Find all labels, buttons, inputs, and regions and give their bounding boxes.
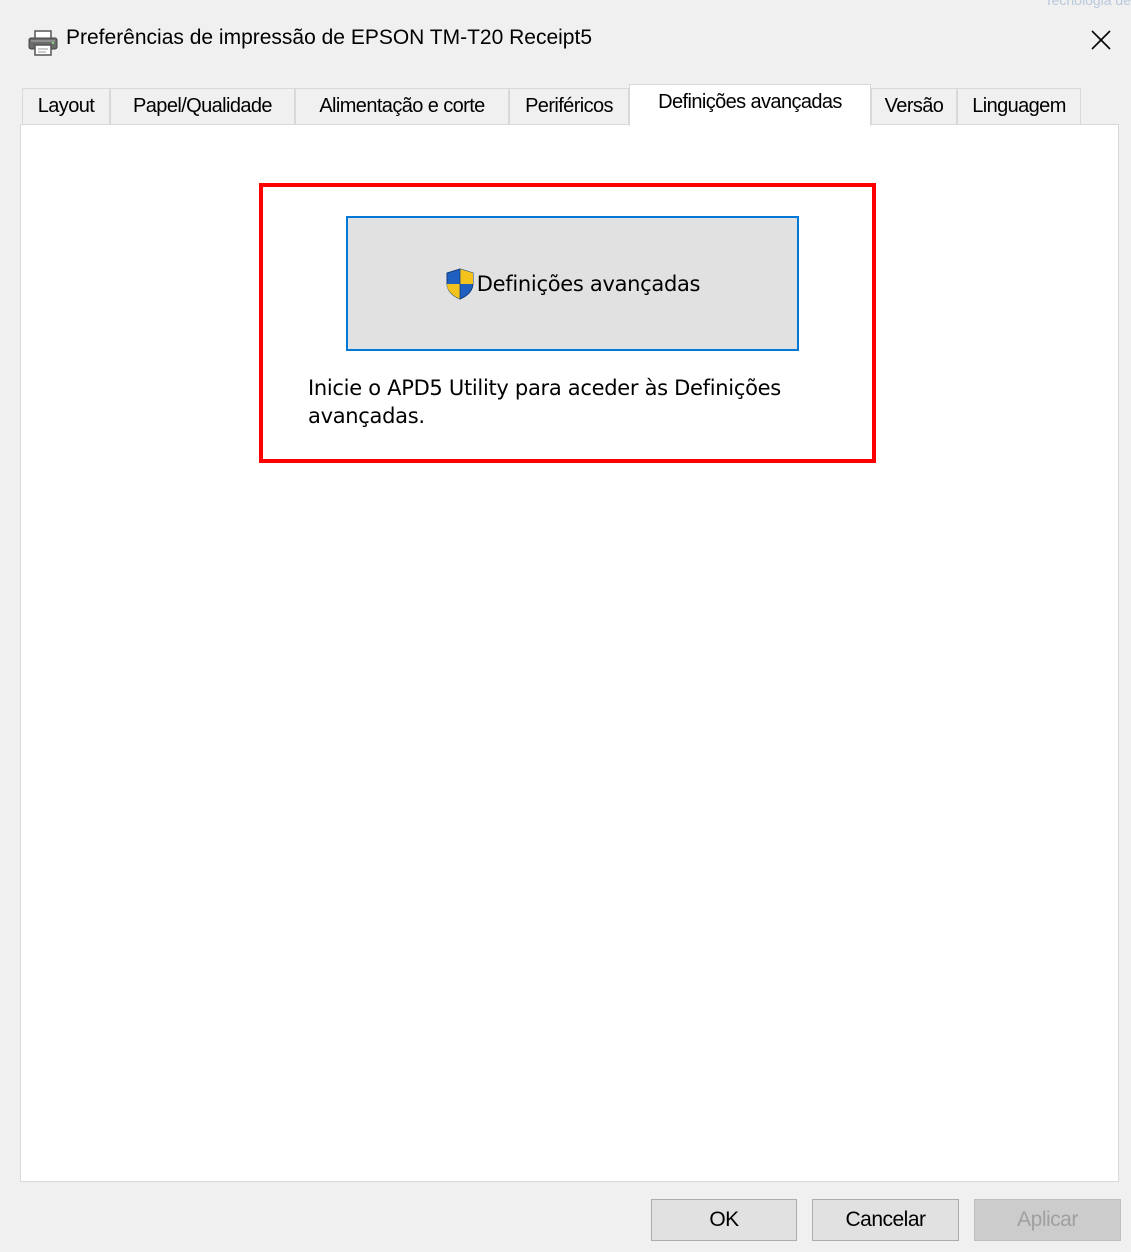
advanced-settings-button[interactable]: Definições avançadas: [346, 216, 799, 351]
printer-icon: [28, 30, 58, 56]
tab-linguagem[interactable]: Linguagem: [957, 88, 1081, 124]
advanced-settings-button-label: Definições avançadas: [476, 271, 701, 296]
advanced-settings-description: Inicie o APD5 Utility para aceder às Def…: [308, 376, 781, 428]
close-icon: [1091, 30, 1111, 50]
tab-definicoes-avancadas[interactable]: Definições avançadas: [629, 84, 871, 126]
tab-alimentacao-corte[interactable]: Alimentação e corte: [295, 88, 509, 124]
background-corner-text: Tecnologia de: [1044, 0, 1131, 8]
printing-preferences-dialog: Tecnologia de Preferências de impressão …: [0, 0, 1131, 1252]
window-title: Preferências de impressão de EPSON TM-T2…: [66, 26, 593, 49]
ok-button[interactable]: OK: [651, 1199, 797, 1241]
apply-button[interactable]: Aplicar: [974, 1199, 1121, 1241]
tab-papel-qualidade[interactable]: Papel/Qualidade: [110, 88, 295, 124]
tab-perifericos[interactable]: Periféricos: [509, 88, 629, 124]
title-bar: Preferências de impressão de EPSON TM-T2…: [8, 8, 1131, 68]
tab-versao[interactable]: Versão: [871, 88, 957, 124]
tab-bar: Layout Papel/Qualidade Alimentação e cor…: [22, 84, 1120, 126]
tab-layout[interactable]: Layout: [22, 88, 110, 124]
close-button[interactable]: [1083, 22, 1119, 58]
cancel-button[interactable]: Cancelar: [812, 1199, 959, 1241]
uac-shield-icon: [446, 267, 474, 300]
